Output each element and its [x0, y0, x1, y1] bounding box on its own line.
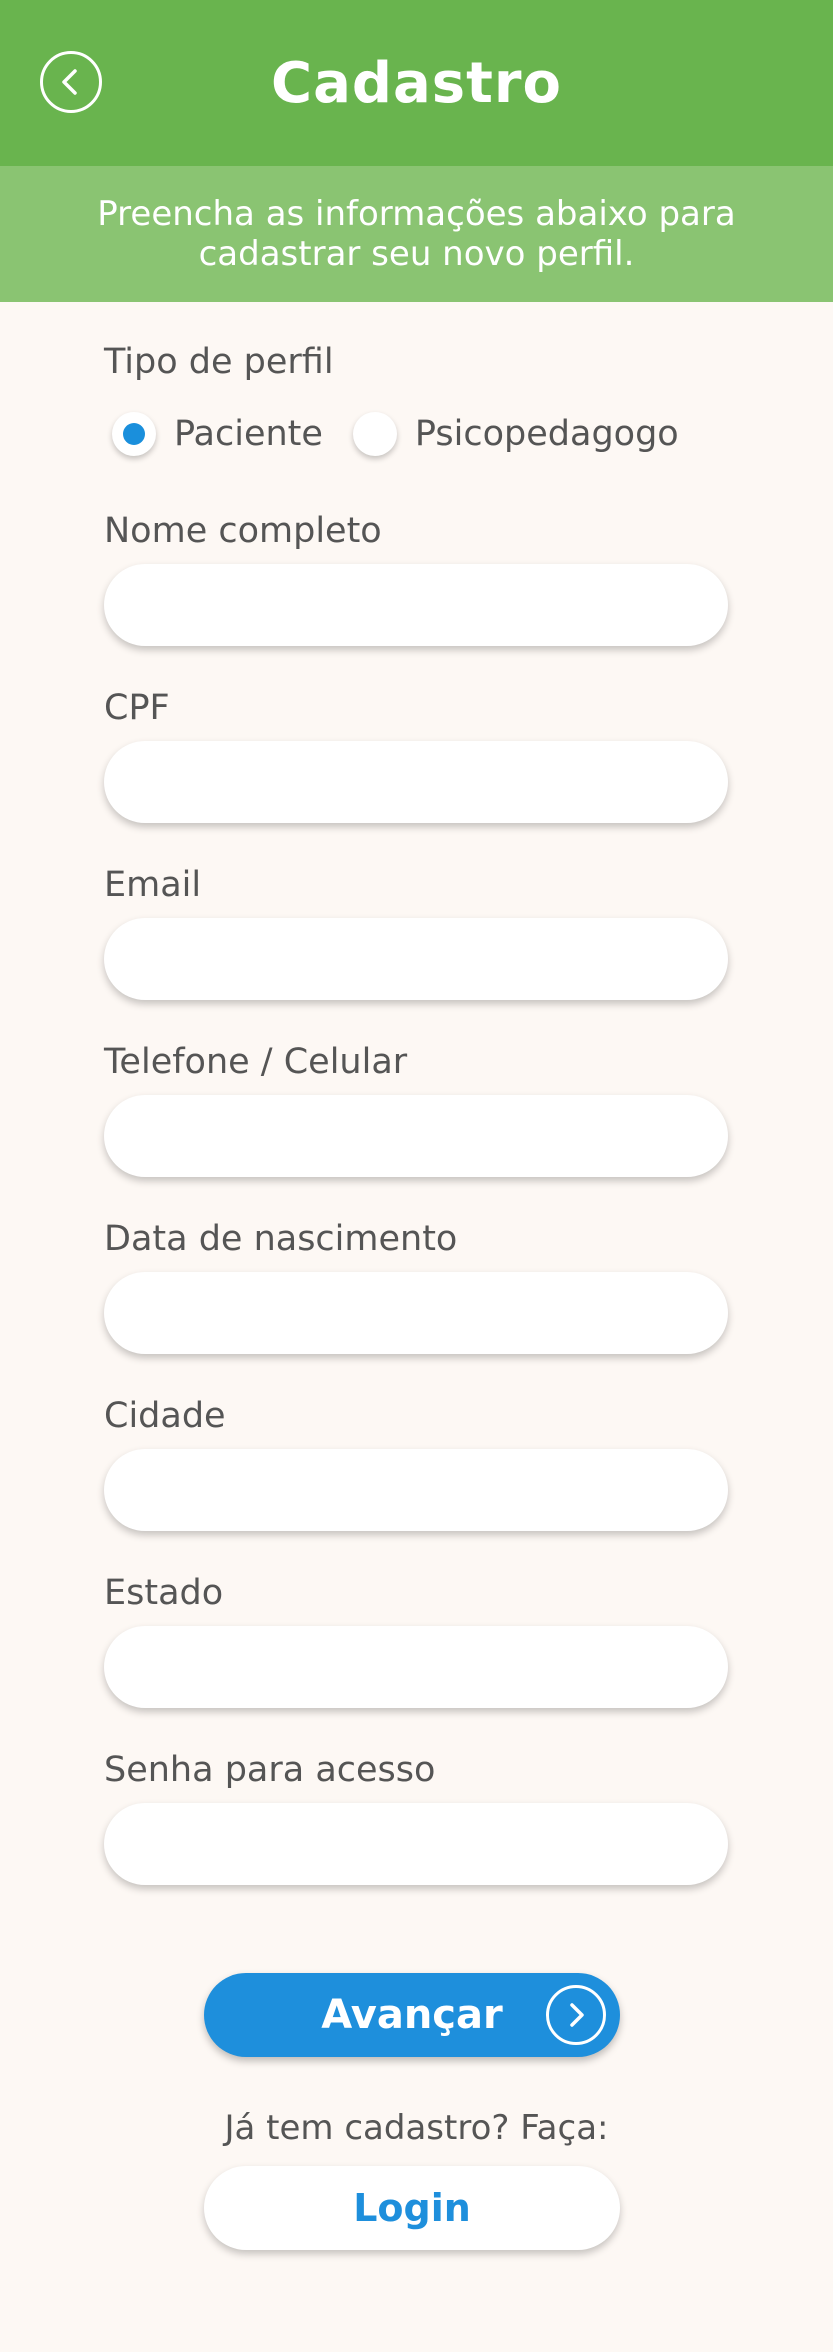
- radio-option-psicopedagogo[interactable]: Psicopedagogo: [352, 412, 679, 456]
- radio-label-psicopedagogo: Psicopedagogo: [414, 414, 679, 454]
- radio-button-paciente[interactable]: [112, 412, 156, 456]
- profile-type-label: Tipo de perfil: [104, 342, 334, 382]
- city-input[interactable]: [104, 1449, 728, 1531]
- login-button[interactable]: Login: [204, 2166, 620, 2250]
- back-button[interactable]: [40, 51, 102, 113]
- radio-selected-dot: [123, 423, 145, 445]
- page-title: Cadastro: [271, 50, 562, 116]
- radio-option-paciente[interactable]: Paciente: [112, 412, 323, 456]
- chevron-right-icon: [546, 1985, 606, 2045]
- phone-input[interactable]: [104, 1095, 728, 1177]
- instructions-banner: Preencha as informações abaixo para cada…: [0, 166, 833, 302]
- cpf-label: CPF: [104, 688, 170, 728]
- email-input[interactable]: [104, 918, 728, 1000]
- state-input[interactable]: [104, 1626, 728, 1708]
- city-label: Cidade: [104, 1396, 226, 1436]
- phone-label: Telefone / Celular: [104, 1042, 408, 1082]
- radio-button-psicopedagogo[interactable]: [352, 412, 397, 456]
- app-header: Cadastro: [0, 0, 833, 166]
- instructions-text: Preencha as informações abaixo para cada…: [97, 194, 736, 274]
- radio-label-paciente: Paciente: [174, 414, 323, 454]
- next-button[interactable]: Avançar: [204, 1973, 620, 2057]
- chevron-left-icon: [62, 69, 77, 95]
- birth-date-label: Data de nascimento: [104, 1219, 458, 1259]
- state-label: Estado: [104, 1573, 224, 1613]
- password-input[interactable]: [104, 1803, 728, 1885]
- password-label: Senha para acesso: [104, 1750, 436, 1790]
- full-name-label: Nome completo: [104, 511, 382, 551]
- login-prompt-text: Já tem cadastro? Faça:: [224, 2108, 609, 2148]
- birth-date-input[interactable]: [104, 1272, 728, 1354]
- cpf-input[interactable]: [104, 741, 728, 823]
- profile-type-radio-group: Paciente Psicopedagogo: [112, 409, 679, 459]
- full-name-input[interactable]: [104, 564, 728, 646]
- email-label: Email: [104, 865, 202, 905]
